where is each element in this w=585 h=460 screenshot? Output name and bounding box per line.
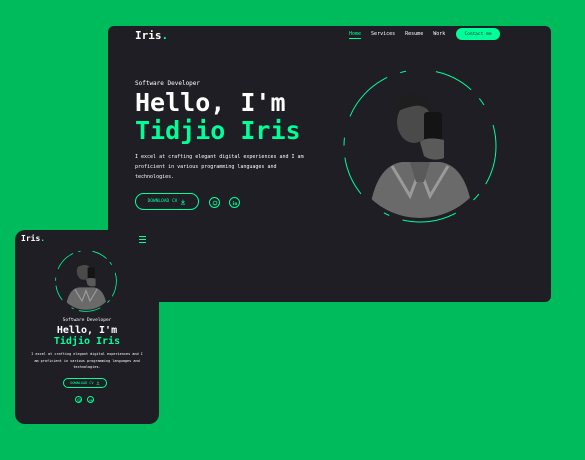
hero-role: Software Developer xyxy=(135,80,201,87)
download-cv-label: DOWNLOAD CV xyxy=(147,199,178,204)
mobile-download-cv-button[interactable]: DOWNLOAD CV xyxy=(63,378,107,388)
github-icon xyxy=(212,200,217,205)
hero-description: I excel at crafting elegant digital expe… xyxy=(135,154,304,180)
main-nav: Home Services Resume Work xyxy=(349,31,445,39)
nav-work[interactable]: Work xyxy=(433,31,445,39)
nav-services[interactable]: Services xyxy=(371,31,395,39)
linkedin-button[interactable] xyxy=(229,197,240,208)
mobile-linkedin-button[interactable] xyxy=(87,396,94,403)
contact-button[interactable]: Contact me xyxy=(456,28,500,40)
mobile-hero-description: I excel at crafting elegant digital expe… xyxy=(31,352,143,369)
linkedin-icon xyxy=(232,200,237,205)
github-icon xyxy=(76,397,81,402)
hero-hello: Hello, I'm xyxy=(135,88,286,117)
mobile-mockup: Iris. Software Developer Hello, I'm Tidj… xyxy=(15,230,159,424)
download-cv-button[interactable]: DOWNLOAD CV xyxy=(135,193,199,210)
mobile-hero-name: Tidjio Iris xyxy=(53,336,121,347)
logo-dot: . xyxy=(161,29,169,42)
mobile-github-button[interactable] xyxy=(75,396,82,403)
hamburger-menu-icon[interactable] xyxy=(139,236,146,243)
mobile-hero-role: Software Developer xyxy=(62,318,112,323)
desktop-mockup: Iris. Home Services Resume Work Contact … xyxy=(108,26,551,302)
download-icon xyxy=(96,381,99,385)
logo[interactable]: Iris. xyxy=(135,29,168,42)
mobile-download-cv-label: DOWNLOAD CV xyxy=(70,381,94,385)
nav-home[interactable]: Home xyxy=(349,31,362,39)
hero-name: Tidjio Iris xyxy=(135,116,301,145)
download-icon xyxy=(181,199,186,204)
linkedin-icon xyxy=(89,399,92,401)
nav-resume[interactable]: Resume xyxy=(405,31,423,39)
mobile-logo-text: Iris xyxy=(21,234,41,243)
github-button[interactable] xyxy=(209,197,220,208)
portrait-photo xyxy=(343,69,497,223)
mobile-hero-hello: Hello, I'm xyxy=(56,325,118,336)
mobile-portrait-photo xyxy=(55,250,117,312)
mobile-logo[interactable]: Iris. xyxy=(21,234,45,243)
mobile-logo-dot: . xyxy=(40,234,46,243)
logo-text: Iris xyxy=(135,29,162,42)
